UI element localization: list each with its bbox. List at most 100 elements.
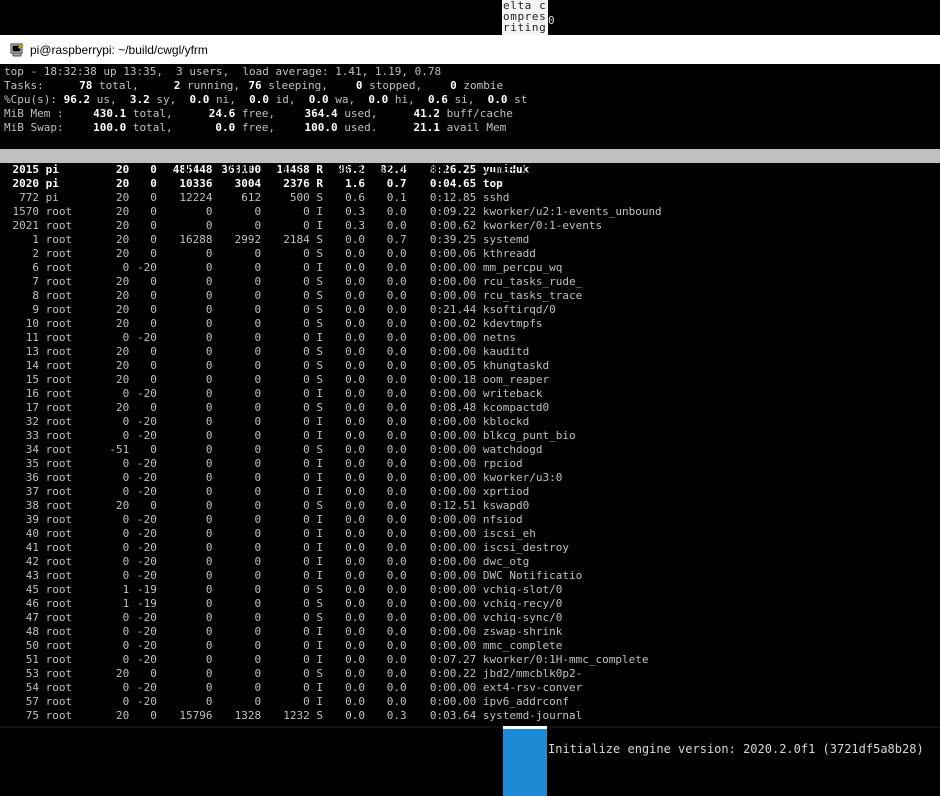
- col-pid[interactable]: PID: [44, 163, 79, 177]
- process-row[interactable]: 53 root 20 0 0 0 0 S 0.0 0.0 0:00.22 jbd…: [4, 667, 940, 681]
- process-row[interactable]: 36 root 0 -20 0 0 0 I 0.0 0.0 0:00.00 kw…: [4, 471, 940, 485]
- cell-cmd: systemd: [482, 233, 530, 246]
- process-list[interactable]: 2015 pi 20 0 485448 363100 14468 R 96.2 …: [4, 163, 940, 723]
- cell-res: 0: [254, 583, 262, 596]
- process-row[interactable]: 11 root 0 -20 0 0 0 I 0.0 0.0 0:00.00 ne…: [4, 331, 940, 345]
- process-row[interactable]: 45 root 1 -19 0 0 0 S 0.0 0.0 0:00.00 vc…: [4, 583, 940, 597]
- cell-user: root: [45, 219, 73, 232]
- cell-s: I: [316, 555, 323, 568]
- col-cpu[interactable]: %CPU: [370, 163, 405, 177]
- col-time[interactable]: TIME+: [453, 163, 516, 177]
- process-row[interactable]: 34 root -51 0 0 0 0 S 0.0 0.0 0:00.00 wa…: [4, 443, 940, 457]
- cell-cpu: 0.0: [345, 345, 365, 358]
- cell-ni: 0: [150, 219, 157, 232]
- cell-ni: -20: [137, 429, 157, 442]
- process-row[interactable]: 15 root 20 0 0 0 0 S 0.0 0.0 0:00.18 oom…: [4, 373, 940, 387]
- process-row[interactable]: 47 root 0 -20 0 0 0 S 0.0 0.0 0:00.00 vc…: [4, 611, 940, 625]
- process-row[interactable]: 13 root 20 0 0 0 0 S 0.0 0.0 0:00.00 kau…: [4, 345, 940, 359]
- process-row[interactable]: 1 root 20 0 16288 2992 2184 S 0.0 0.7 0:…: [4, 233, 940, 247]
- process-row[interactable]: 54 root 0 -20 0 0 0 I 0.0 0.0 0:00.00 ex…: [4, 681, 940, 695]
- cell-time: 0:00.00: [429, 639, 477, 652]
- cell-pid: 8: [32, 289, 39, 302]
- process-row[interactable]: 35 root 0 -20 0 0 0 I 0.0 0.0 0:00.00 rp…: [4, 457, 940, 471]
- cell-s: S: [316, 191, 323, 204]
- cell-cpu: 0.0: [345, 597, 365, 610]
- process-row[interactable]: 32 root 0 -20 0 0 0 I 0.0 0.0 0:00.00 kb…: [4, 415, 940, 429]
- process-row[interactable]: 46 root 1 -19 0 0 0 S 0.0 0.0 0:00.00 vc…: [4, 597, 940, 611]
- cell-s: I: [316, 653, 323, 666]
- cell-s: I: [316, 471, 323, 484]
- cell-cpu: 0.0: [345, 653, 365, 666]
- cell-cpu: 0.0: [345, 401, 365, 414]
- cell-time: 0:12.51: [429, 499, 477, 512]
- col-command[interactable]: COMMAND: [523, 163, 569, 177]
- process-row[interactable]: 42 root 0 -20 0 0 0 I 0.0 0.0 0:00.00 dw…: [4, 555, 940, 569]
- process-row[interactable]: 75 root 20 0 15796 1328 1232 S 0.0 0.3 0…: [4, 709, 940, 723]
- process-row[interactable]: 57 root 0 -20 0 0 0 I 0.0 0.0 0:00.00 ip…: [4, 695, 940, 709]
- cell-pr: 0: [122, 415, 130, 428]
- cell-pr: 0: [122, 681, 130, 694]
- process-row[interactable]: 16 root 0 -20 0 0 0 I 0.0 0.0 0:00.00 wr…: [4, 387, 940, 401]
- cell-ni: -20: [137, 625, 157, 638]
- cell-res: 0: [254, 387, 262, 400]
- process-row[interactable]: 14 root 20 0 0 0 0 S 0.0 0.0 0:00.05 khu…: [4, 359, 940, 373]
- cell-mem: 0.0: [386, 695, 407, 708]
- process-row[interactable]: 48 root 0 -20 0 0 0 I 0.0 0.0 0:00.00 zs…: [4, 625, 940, 639]
- process-row[interactable]: 17 root 20 0 0 0 0 S 0.0 0.0 0:08.48 kco…: [4, 401, 940, 415]
- top-output[interactable]: top - 18:32:38 up 13:35, 3 users, load a…: [0, 65, 940, 723]
- process-row[interactable]: 43 root 0 -20 0 0 0 I 0.0 0.0 0:00.00 DW…: [4, 569, 940, 583]
- cell-time: 0:00.06: [429, 247, 477, 260]
- process-row[interactable]: 2 root 20 0 0 0 0 S 0.0 0.0 0:00.06 kthr…: [4, 247, 940, 261]
- cell-res: 0: [254, 275, 262, 288]
- cell-pid: 42: [25, 555, 39, 568]
- cell-time: 0:00.00: [429, 555, 477, 568]
- process-row[interactable]: 1570 root 20 0 0 0 0 I 0.3 0.0 0:09.22 k…: [4, 205, 940, 219]
- process-row[interactable]: 33 root 0 -20 0 0 0 I 0.0 0.0 0:00.00 bl…: [4, 429, 940, 443]
- cell-cmd: rcu_tasks_rude_: [482, 275, 583, 288]
- process-row[interactable]: 8 root 20 0 0 0 0 S 0.0 0.0 0:00.00 rcu_…: [4, 289, 940, 303]
- process-row[interactable]: 38 root 20 0 0 0 0 S 0.0 0.0 0:12.51 ksw…: [4, 499, 940, 513]
- cell-time: 0:00.00: [429, 611, 477, 624]
- process-row[interactable]: 10 root 20 0 0 0 0 S 0.0 0.0 0:00.02 kde…: [4, 317, 940, 331]
- process-row[interactable]: 7 root 20 0 0 0 0 S 0.0 0.0 0:00.00 rcu_…: [4, 275, 940, 289]
- cell-res: 0: [254, 611, 262, 624]
- process-row[interactable]: 772 pi 20 0 12224 612 500 S 0.6 0.1 0:12…: [4, 191, 940, 205]
- cell-shr: 0: [303, 457, 310, 470]
- process-row[interactable]: 37 root 0 -20 0 0 0 I 0.0 0.0 0:00.00 xp…: [4, 485, 940, 499]
- cell-mem: 0.0: [386, 345, 407, 358]
- cell-s: S: [316, 499, 323, 512]
- putty-terminal-icon[interactable]: [10, 43, 24, 57]
- cell-mem: 0.0: [386, 401, 407, 414]
- col-pr[interactable]: PR: [148, 163, 169, 177]
- cell-shr: 0: [303, 541, 310, 554]
- col-res[interactable]: RES: [259, 163, 301, 177]
- col-user[interactable]: USER: [85, 163, 141, 177]
- cell-ni: 0: [150, 303, 157, 316]
- process-row[interactable]: 2020 pi 20 0 10336 3004 2376 R 1.6 0.7 0…: [4, 177, 940, 191]
- process-row[interactable]: 9 root 20 0 0 0 0 S 0.0 0.0 0:21.44 ksof…: [4, 303, 940, 317]
- cell-cpu: 0.3: [345, 219, 365, 232]
- terminal-window[interactable]: pi@raspberrypi: ~/build/cwgl/yfrm top - …: [0, 35, 940, 728]
- cell-cpu: 0.0: [345, 527, 365, 540]
- col-state[interactable]: S: [356, 163, 363, 177]
- cell-time: 0:00.00: [429, 541, 477, 554]
- process-row[interactable]: 2021 root 20 0 0 0 0 I 0.3 0.0 0:00.62 k…: [4, 219, 940, 233]
- process-table-header[interactable]: PID USER PR NI VIRT RES SHR S %CPU %MEM …: [0, 149, 940, 176]
- window-titlebar[interactable]: pi@raspberrypi: ~/build/cwgl/yfrm: [0, 35, 940, 64]
- col-ni[interactable]: NI: [176, 163, 196, 177]
- cell-shr: 0: [303, 611, 310, 624]
- cell-time: 0:00.00: [429, 331, 477, 344]
- col-virt[interactable]: VIRT: [203, 163, 253, 177]
- process-row[interactable]: 51 root 0 -20 0 0 0 I 0.0 0.0 0:07.27 kw…: [4, 653, 940, 667]
- col-mem[interactable]: %MEM: [411, 163, 447, 177]
- process-row[interactable]: 50 root 0 -20 0 0 0 I 0.0 0.0 0:00.00 mm…: [4, 639, 940, 653]
- cell-res: 0: [254, 443, 262, 456]
- process-row[interactable]: 41 root 0 -20 0 0 0 I 0.0 0.0 0:00.00 is…: [4, 541, 940, 555]
- cell-user: root: [45, 499, 73, 512]
- process-row[interactable]: 6 root 0 -20 0 0 0 I 0.0 0.0 0:00.00 mm_…: [4, 261, 940, 275]
- cell-mem: 0.0: [386, 499, 407, 512]
- col-shr[interactable]: SHR: [308, 163, 350, 177]
- process-row[interactable]: 39 root 0 -20 0 0 0 I 0.0 0.0 0:00.00 nf…: [4, 513, 940, 527]
- cell-time: 0:00.00: [429, 261, 477, 274]
- process-row[interactable]: 40 root 0 -20 0 0 0 I 0.0 0.0 0:00.00 is…: [4, 527, 940, 541]
